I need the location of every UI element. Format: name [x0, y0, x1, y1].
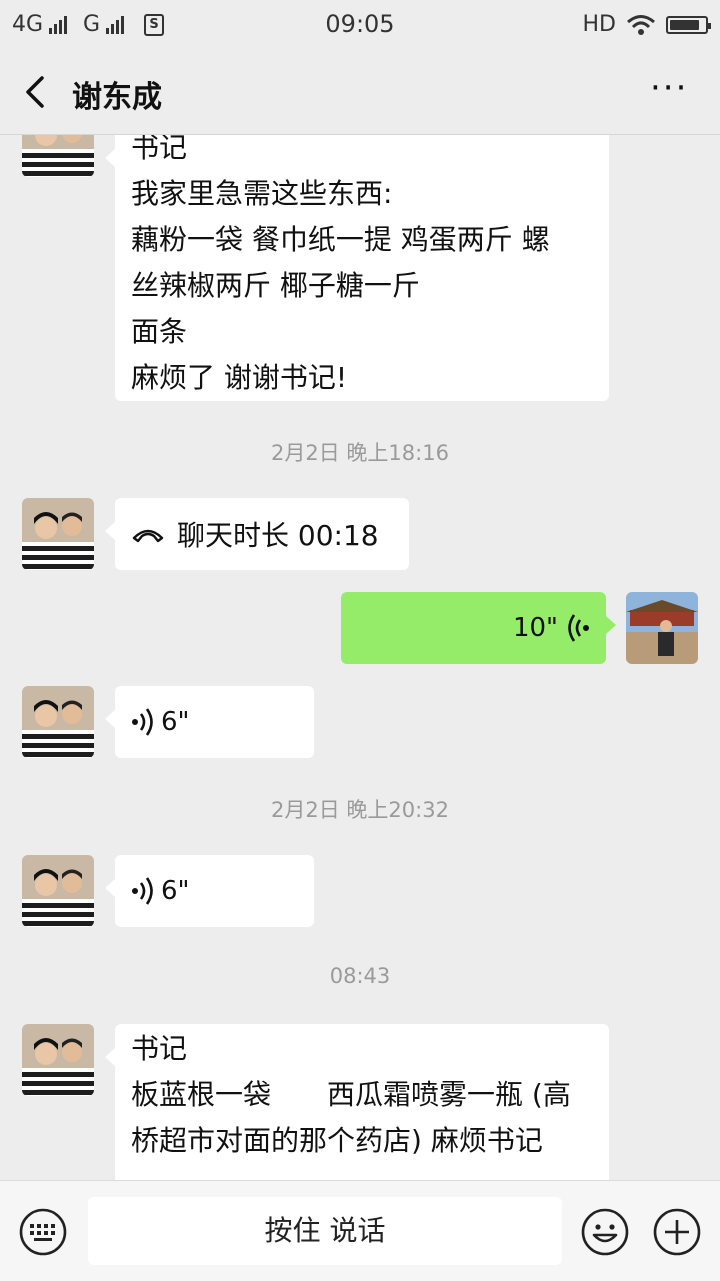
call-duration-text: 聊天时长 00:18: [177, 519, 379, 552]
contact-avatar[interactable]: [22, 686, 94, 758]
message-text-line: 丝辣椒两斤 椰子糖一斤: [131, 269, 420, 302]
battery-icon: [666, 15, 711, 34]
message-bubble-received[interactable]: 书记 我家里急需这些东西: 藕粉一袋 餐巾纸一提 鸡蛋两斤 螺 丝辣椒两斤 椰子…: [105, 135, 609, 401]
voice-icon: [132, 877, 153, 905]
voice-duration: 6": [161, 876, 190, 906]
call-record-bubble[interactable]: 聊天时长 00:18: [105, 498, 409, 570]
keyboard-icon[interactable]: [18, 1207, 68, 1257]
voice-icon: [568, 614, 589, 642]
voice-icon: [132, 708, 153, 736]
chat-title: 谢东成: [72, 80, 162, 115]
battery-fill: [670, 19, 699, 30]
emoji-icon[interactable]: [580, 1207, 630, 1257]
status-bar: 4G G S 09:05 HD: [0, 0, 720, 50]
message-text-line: 面条: [131, 315, 188, 348]
avatar-photo-icon: [22, 135, 94, 177]
avatar-photo-icon: [22, 686, 94, 758]
hold-to-talk-button[interactable]: 按住 说话: [88, 1197, 562, 1265]
back-arrow-icon[interactable]: [20, 74, 50, 110]
contact-avatar[interactable]: [22, 498, 94, 570]
status-icons: HD: [582, 12, 711, 37]
chat-header: 谢东成 ···: [0, 50, 720, 135]
timestamp: 08:43: [329, 964, 391, 988]
input-bar: 按住 说话: [0, 1180, 720, 1281]
voice-message-received[interactable]: 6": [105, 855, 314, 927]
voice-duration: 6": [161, 707, 190, 737]
voice-message-received[interactable]: 6": [105, 686, 314, 758]
message-text-line: 麻烦了 谢谢书记!: [131, 361, 348, 394]
my-avatar[interactable]: [626, 592, 698, 664]
message-text-line: 我家里急需这些东西:: [131, 177, 393, 210]
voice-duration: 10": [512, 613, 558, 643]
timestamp: 2月2日 晚上20:32: [271, 798, 449, 822]
message-list[interactable]: 书记 我家里急需这些东西: 藕粉一袋 餐巾纸一提 鸡蛋两斤 螺 丝辣椒两斤 椰子…: [0, 135, 720, 1180]
contact-avatar[interactable]: [22, 135, 94, 177]
avatar-photo-icon: [22, 1024, 94, 1096]
message-bubble-received[interactable]: 书记 板蓝根一袋 西瓜霜喷雾一瓶 (高 桥超市对面的那个药店) 麻烦书记: [105, 1024, 609, 1180]
phone-hangup-icon: [132, 529, 164, 543]
avatar-photo-icon: [22, 855, 94, 927]
hd-indicator: HD: [582, 12, 616, 37]
message-text-line: 藕粉一袋 餐巾纸一提 鸡蛋两斤 螺: [131, 223, 550, 256]
timestamp: 2月2日 晚上18:16: [271, 441, 449, 465]
message-text-line: 板蓝根一袋 西瓜霜喷雾一瓶 (高: [131, 1078, 571, 1111]
message-text-line: 桥超市对面的那个药店) 麻烦书记: [131, 1124, 543, 1157]
message-text-line: 书记: [131, 1032, 188, 1065]
avatar-photo-icon: [626, 592, 698, 664]
wifi-icon: [627, 14, 655, 35]
voice-message-sent[interactable]: 10": [341, 592, 616, 664]
contact-avatar[interactable]: [22, 855, 94, 927]
message-text-line: 书记: [131, 135, 188, 164]
plus-icon[interactable]: [652, 1207, 702, 1257]
avatar-photo-icon: [22, 498, 94, 570]
contact-avatar[interactable]: [22, 1024, 94, 1096]
more-options-button[interactable]: ···: [650, 71, 690, 106]
